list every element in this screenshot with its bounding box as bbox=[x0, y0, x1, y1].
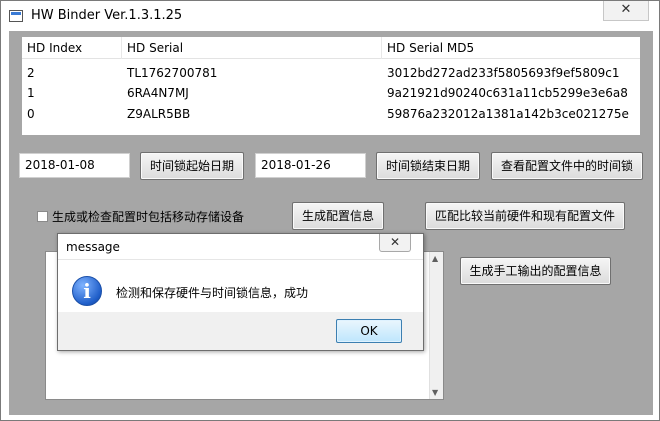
start-date-input[interactable]: 2018-01-08 bbox=[19, 153, 130, 178]
window-close-button[interactable]: ✕ bbox=[603, 1, 649, 21]
output-scrollbar[interactable]: ▲ ▼ bbox=[429, 252, 443, 399]
cell-hd-serial-md5: 59876a232012a1381a142b3ce021275e bbox=[387, 107, 629, 121]
cell-hd-index: 0 bbox=[27, 107, 35, 121]
dialog-footer: OK bbox=[58, 312, 423, 350]
time-lock-start-button[interactable]: 时间锁起始日期 bbox=[140, 152, 244, 180]
window-title: HW Binder Ver.1.3.1.25 bbox=[31, 8, 183, 23]
scroll-up-arrow-icon[interactable]: ▲ bbox=[432, 254, 438, 263]
hd-table-header: HD Index HD Serial HD Serial MD5 bbox=[22, 37, 640, 59]
column-header-hd-serial[interactable]: HD Serial bbox=[127, 41, 183, 55]
cell-hd-serial-md5: 9a21921d90240c631a11cb5299e3e6a8 bbox=[387, 86, 628, 100]
hd-table[interactable]: HD Index HD Serial HD Serial MD5 2 TL176… bbox=[22, 37, 640, 135]
info-icon: i bbox=[72, 276, 102, 306]
message-dialog: message ✕ i 检测和保存硬件与时间锁信息，成功 OK bbox=[57, 233, 424, 351]
ok-button[interactable]: OK bbox=[336, 319, 402, 343]
generate-config-button[interactable]: 生成配置信息 bbox=[292, 202, 384, 230]
dialog-message: 检测和保存硬件与时间锁信息，成功 bbox=[116, 286, 309, 300]
app-window: HW Binder Ver.1.3.1.25 ✕ HD Index HD Ser… bbox=[0, 0, 660, 421]
dialog-close-button[interactable]: ✕ bbox=[379, 234, 411, 252]
column-header-hd-index[interactable]: HD Index bbox=[27, 41, 82, 55]
time-lock-end-button[interactable]: 时间锁结束日期 bbox=[376, 152, 480, 180]
cell-hd-serial: TL1762700781 bbox=[127, 66, 218, 80]
table-row[interactable]: 1 6RA4N7MJ 9a21921d90240c631a11cb5299e3e… bbox=[22, 83, 640, 103]
column-divider[interactable] bbox=[121, 37, 122, 59]
cell-hd-index: 1 bbox=[27, 86, 35, 100]
client-area: HD Index HD Serial HD Serial MD5 2 TL176… bbox=[9, 31, 653, 415]
cell-hd-serial: Z9ALR5BB bbox=[127, 107, 191, 121]
table-row[interactable]: 0 Z9ALR5BB 59876a232012a1381a142b3ce0212… bbox=[22, 104, 640, 124]
scroll-down-arrow-icon[interactable]: ▼ bbox=[432, 388, 438, 397]
title-bar: HW Binder Ver.1.3.1.25 ✕ bbox=[1, 1, 659, 31]
dialog-title-bar: message ✕ bbox=[58, 234, 423, 260]
column-header-hd-serial-md5[interactable]: HD Serial MD5 bbox=[387, 41, 474, 55]
match-compare-button[interactable]: 匹配比较当前硬件和现有配置文件 bbox=[425, 202, 625, 230]
generate-manual-config-button[interactable]: 生成手工输出的配置信息 bbox=[460, 257, 611, 285]
include-removable-label[interactable]: 生成或检查配置时包括移动存储设备 bbox=[52, 208, 244, 225]
dialog-title: message bbox=[66, 240, 120, 254]
include-removable-checkbox[interactable] bbox=[37, 211, 48, 222]
end-date-input[interactable]: 2018-01-26 bbox=[255, 153, 366, 178]
view-time-lock-button[interactable]: 查看配置文件中的时间锁 bbox=[491, 152, 643, 180]
cell-hd-serial: 6RA4N7MJ bbox=[127, 86, 189, 100]
table-row[interactable]: 2 TL1762700781 3012bd272ad233f5805693f9e… bbox=[22, 63, 640, 83]
cell-hd-serial-md5: 3012bd272ad233f5805693f9ef5809c1 bbox=[387, 66, 620, 80]
column-divider[interactable] bbox=[381, 37, 382, 59]
cell-hd-index: 2 bbox=[27, 66, 35, 80]
app-window-icon bbox=[9, 10, 23, 22]
